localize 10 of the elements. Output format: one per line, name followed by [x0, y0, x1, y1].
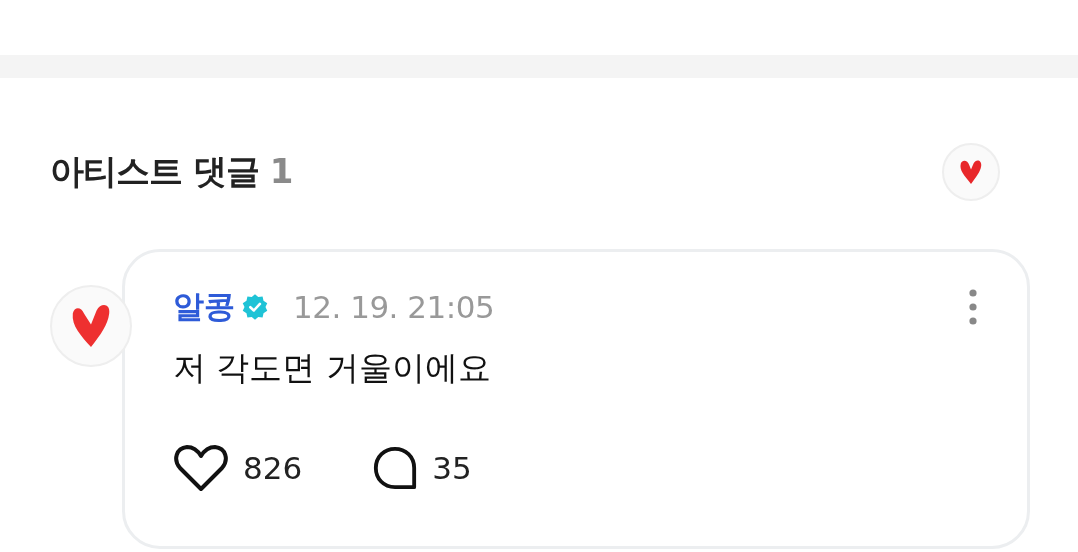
more-options-icon[interactable] [969, 289, 977, 325]
author-name[interactable]: 알콩 [173, 286, 235, 328]
comment-time: 12. 19. 21:05 [293, 289, 495, 325]
comment-bubble-icon[interactable] [372, 445, 419, 491]
like-count: 826 [243, 450, 303, 486]
comment-text: 저 각도면 거울이에요 [173, 347, 492, 389]
like-heart-icon[interactable] [173, 443, 229, 493]
reply-count: 35 [432, 450, 472, 486]
section-title: 아티스트 댓글 [50, 151, 259, 191]
comment-count: 1 [269, 151, 293, 191]
